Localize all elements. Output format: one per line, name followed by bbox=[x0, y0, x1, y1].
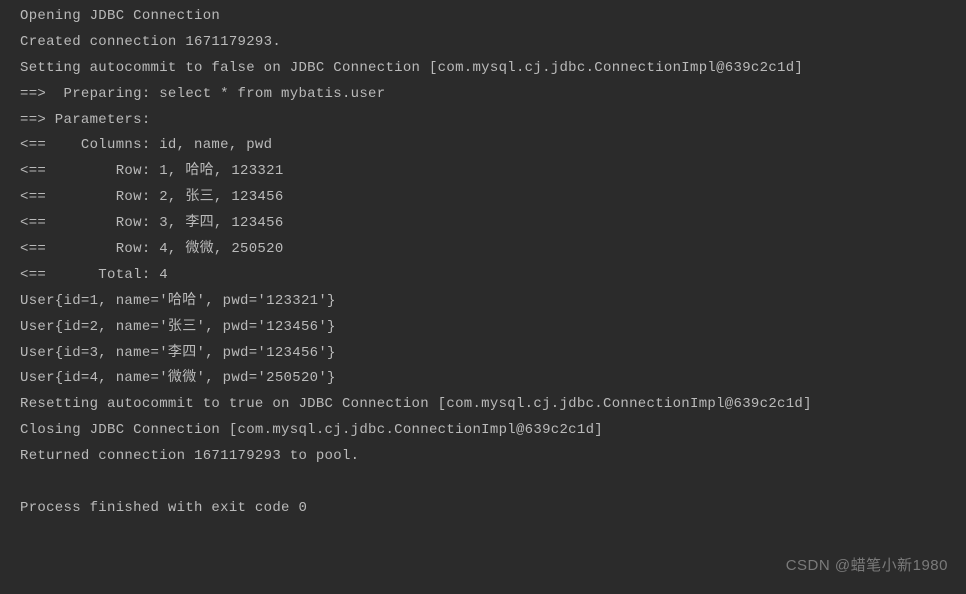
console-line: User{id=1, name='哈哈', pwd='123321'} bbox=[20, 289, 946, 315]
console-line: User{id=3, name='李四', pwd='123456'} bbox=[20, 341, 946, 367]
console-line: Created connection 1671179293. bbox=[20, 30, 946, 56]
console-line: <== Row: 3, 李四, 123456 bbox=[20, 211, 946, 237]
watermark: CSDN @蜡笔小新1980 bbox=[786, 552, 948, 580]
console-line: ==> Preparing: select * from mybatis.use… bbox=[20, 82, 946, 108]
console-line: ==> Parameters: bbox=[20, 108, 946, 134]
console-line: Opening JDBC Connection bbox=[20, 4, 946, 30]
console-line: User{id=4, name='微微', pwd='250520'} bbox=[20, 366, 946, 392]
console-line: Closing JDBC Connection [com.mysql.cj.jd… bbox=[20, 418, 946, 444]
console-line: Setting autocommit to false on JDBC Conn… bbox=[20, 56, 946, 82]
blank-line bbox=[20, 470, 946, 496]
console-line: <== Total: 4 bbox=[20, 263, 946, 289]
console-line: <== Columns: id, name, pwd bbox=[20, 133, 946, 159]
console-line: <== Row: 1, 哈哈, 123321 bbox=[20, 159, 946, 185]
console-line: <== Row: 2, 张三, 123456 bbox=[20, 185, 946, 211]
console-line: User{id=2, name='张三', pwd='123456'} bbox=[20, 315, 946, 341]
console-output: Opening JDBC Connection Created connecti… bbox=[20, 4, 946, 522]
process-exit-line: Process finished with exit code 0 bbox=[20, 496, 946, 522]
console-line: Resetting autocommit to true on JDBC Con… bbox=[20, 392, 946, 418]
console-line: <== Row: 4, 微微, 250520 bbox=[20, 237, 946, 263]
console-line: Returned connection 1671179293 to pool. bbox=[20, 444, 946, 470]
